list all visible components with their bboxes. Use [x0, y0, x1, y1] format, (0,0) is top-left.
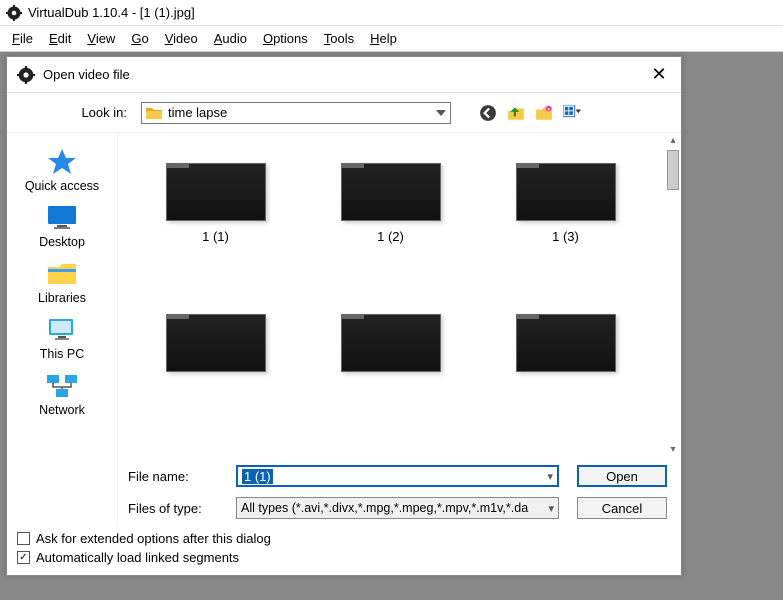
nav-up-button[interactable] — [507, 104, 525, 122]
option-extended[interactable]: Ask for extended options after this dial… — [17, 531, 671, 546]
sidebar-item-network[interactable]: Network — [17, 371, 107, 417]
menu-go[interactable]: Go — [125, 29, 154, 48]
dialog-options: Ask for extended options after this dial… — [7, 525, 681, 575]
chevron-down-icon: ▾ — [547, 470, 553, 483]
dialog-title: Open video file — [43, 67, 130, 82]
file-panel: 1 (1) 1 (2) 1 (3) — [117, 133, 681, 457]
nav-back-button[interactable] — [479, 104, 497, 122]
filetype-label: Files of type: — [128, 501, 218, 516]
filetype-value: All types (*.avi,*.divx,*.mpg,*.mpeg,*.m… — [241, 501, 528, 515]
work-area: Open video file ✕ Look in: time lapse — [0, 52, 783, 600]
option-label: Ask for extended options after this dial… — [36, 531, 271, 546]
menu-options[interactable]: Options — [257, 29, 314, 48]
option-autoload[interactable]: ✓ Automatically load linked segments — [17, 550, 671, 565]
app-gear-icon — [6, 5, 22, 21]
file-fields: File name: 1 (1) ▾ Open Files of type: A… — [117, 457, 681, 525]
chevron-down-icon — [436, 110, 446, 116]
open-file-dialog: Open video file ✕ Look in: time lapse — [6, 56, 682, 576]
sidebar-item-label: Libraries — [38, 291, 86, 305]
sidebar-item-label: Desktop — [39, 235, 85, 249]
sidebar-item-this-pc[interactable]: This PC — [17, 315, 107, 361]
desktop-icon — [45, 203, 79, 231]
folder-icon — [146, 106, 162, 120]
this-pc-icon — [45, 315, 79, 343]
menu-view[interactable]: View — [81, 29, 121, 48]
lookin-combo[interactable]: time lapse — [141, 102, 451, 124]
sidebar-item-label: Network — [39, 403, 85, 417]
app-window: VirtualDub 1.10.4 - [1 (1).jpg] File Edi… — [0, 0, 783, 600]
thumbnail-icon — [166, 163, 266, 221]
dialog-main: 1 (1) 1 (2) 1 (3) — [117, 133, 681, 525]
dialog-titlebar: Open video file ✕ — [7, 57, 681, 93]
close-icon: ✕ — [651, 64, 666, 85]
sidebar-item-desktop[interactable]: Desktop — [17, 203, 107, 249]
dialog-close-button[interactable]: ✕ — [647, 63, 671, 87]
checkbox-checked-icon: ✓ — [17, 551, 30, 564]
file-item[interactable] — [491, 314, 641, 380]
network-icon — [45, 371, 79, 399]
menu-audio[interactable]: Audio — [208, 29, 253, 48]
titlebar: VirtualDub 1.10.4 - [1 (1).jpg] — [0, 0, 783, 26]
checkbox-icon — [17, 532, 30, 545]
sidebar-item-label: Quick access — [25, 179, 99, 193]
nav-view-menu-button[interactable] — [563, 104, 581, 122]
file-item[interactable] — [141, 314, 291, 380]
scroll-down-icon: ▾ — [670, 444, 675, 455]
filename-input[interactable]: 1 (1) ▾ — [236, 465, 559, 487]
cancel-button[interactable]: Cancel — [577, 497, 667, 519]
sidebar-item-label: This PC — [40, 347, 84, 361]
quick-access-icon — [45, 147, 79, 175]
lookin-value: time lapse — [168, 105, 227, 120]
file-grid: 1 (1) 1 (2) 1 (3) — [118, 133, 663, 457]
thumbnail-icon — [516, 163, 616, 221]
dialog-body: Quick access Desktop Libraries — [7, 133, 681, 525]
file-label: 1 (2) — [377, 229, 404, 244]
file-item[interactable]: 1 (1) — [141, 163, 291, 244]
chevron-down-icon: ▾ — [548, 502, 554, 515]
filename-label: File name: — [128, 469, 218, 484]
menu-file[interactable]: File — [6, 29, 39, 48]
thumbnail-icon — [341, 314, 441, 372]
cancel-button-label: Cancel — [602, 501, 642, 516]
option-label: Automatically load linked segments — [36, 550, 239, 565]
menu-tools[interactable]: Tools — [318, 29, 360, 48]
menubar: File Edit View Go Video Audio Options To… — [0, 26, 783, 52]
file-item[interactable] — [316, 314, 466, 380]
sidebar-item-quick-access[interactable]: Quick access — [17, 147, 107, 193]
thumbnail-icon — [166, 314, 266, 372]
libraries-icon — [45, 259, 79, 287]
file-item[interactable]: 1 (3) — [491, 163, 641, 244]
lookin-nav: ★ — [479, 104, 581, 122]
menu-video[interactable]: Video — [159, 29, 204, 48]
sidebar-item-libraries[interactable]: Libraries — [17, 259, 107, 305]
filetype-combo[interactable]: All types (*.avi,*.divx,*.mpg,*.mpeg,*.m… — [236, 497, 559, 519]
lookin-bar: Look in: time lapse — [7, 93, 681, 133]
file-item[interactable]: 1 (2) — [316, 163, 466, 244]
file-label: 1 (3) — [552, 229, 579, 244]
places-sidebar: Quick access Desktop Libraries — [7, 133, 117, 525]
scroll-thumb[interactable] — [667, 150, 679, 190]
titlebar-text: VirtualDub 1.10.4 - [1 (1).jpg] — [28, 5, 195, 20]
nav-new-folder-button[interactable]: ★ — [535, 104, 553, 122]
scroll-up-icon: ▴ — [670, 135, 675, 146]
menu-help[interactable]: Help — [364, 29, 403, 48]
file-scrollbar[interactable]: ▴ ▾ — [665, 135, 681, 455]
open-button[interactable]: Open — [577, 465, 667, 487]
dialog-gear-icon — [17, 66, 35, 84]
thumbnail-icon — [341, 163, 441, 221]
menu-edit[interactable]: Edit — [43, 29, 77, 48]
file-label: 1 (1) — [202, 229, 229, 244]
lookin-label: Look in: — [77, 105, 127, 120]
open-button-label: Open — [606, 469, 638, 484]
filename-value: 1 (1) — [242, 469, 273, 484]
thumbnail-icon — [516, 314, 616, 372]
